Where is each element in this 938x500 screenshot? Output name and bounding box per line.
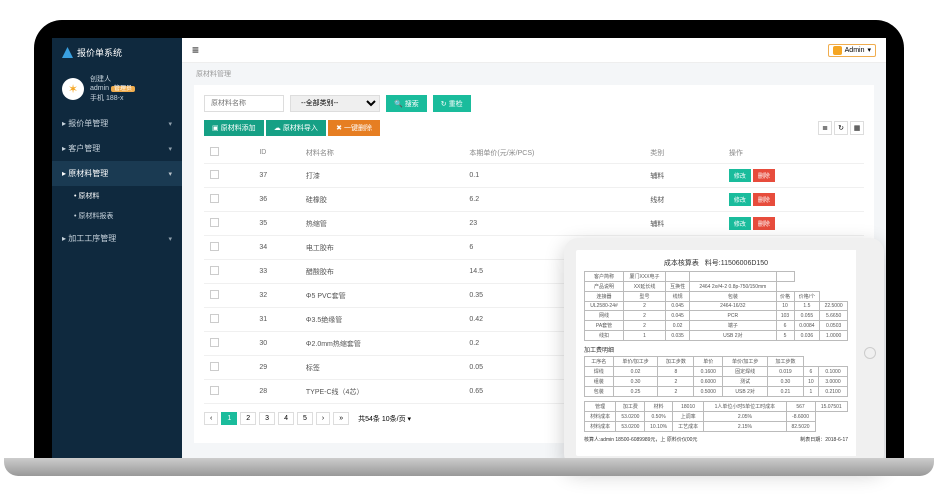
table-row: 35热缩管23辅料修改删除 xyxy=(204,212,864,236)
reset-button[interactable]: ↻ 重检 xyxy=(433,95,471,112)
category-select[interactable]: --全部类别-- xyxy=(290,95,380,112)
material-name-input[interactable] xyxy=(204,95,284,112)
user-phone: 手机 188-x xyxy=(90,94,135,103)
nav-item[interactable]: ▸ 加工工序管理 xyxy=(52,226,182,251)
row-checkbox[interactable] xyxy=(210,266,219,275)
pager-page[interactable]: 1 xyxy=(221,412,237,425)
col-name[interactable]: 材料名称 xyxy=(300,142,464,164)
user-role-label: 创建人 xyxy=(90,75,135,84)
topbar-user[interactable]: Admin ▾ xyxy=(828,44,876,57)
row-checkbox[interactable] xyxy=(210,242,219,251)
topbar: ≡ Admin ▾ xyxy=(182,38,886,63)
pager-page[interactable]: 2 xyxy=(240,412,256,425)
search-button[interactable]: 🔍 搜索 xyxy=(386,95,427,112)
select-all-checkbox[interactable] xyxy=(210,147,219,156)
nav: ▸ 报价单管理▸ 客户管理▸ 原材料管理• 原材料• 原材料报表▸ 加工工序管理 xyxy=(52,111,182,251)
row-checkbox[interactable] xyxy=(210,290,219,299)
delete-button[interactable]: 删除 xyxy=(753,169,775,182)
pager-page[interactable]: 4 xyxy=(278,412,294,425)
pager-prev[interactable]: ‹ xyxy=(204,412,218,425)
row-checkbox[interactable] xyxy=(210,218,219,227)
table-row: 37打漆0.1辅料修改删除 xyxy=(204,164,864,188)
delete-button[interactable]: 删除 xyxy=(753,193,775,206)
row-checkbox[interactable] xyxy=(210,362,219,371)
col-id[interactable]: ID xyxy=(253,142,300,164)
brand: 报价单系统 xyxy=(52,38,182,67)
brand-icon xyxy=(62,47,73,58)
sidebar-user: ✶ 创建人 admin 管理员 手机 188-x xyxy=(52,67,182,111)
breadcrumb: 原材料管理 xyxy=(182,63,886,85)
edit-button[interactable]: 修改 xyxy=(729,217,751,230)
filter-bar: --全部类别-- 🔍 搜索 ↻ 重检 xyxy=(204,95,864,112)
nav-sub-item[interactable]: • 原材料报表 xyxy=(52,206,182,226)
import-button[interactable]: ☁ 原材料导入 xyxy=(266,120,326,136)
nav-item[interactable]: ▸ 原材料管理 xyxy=(52,161,182,186)
table-row: 36硅橡胶6.2线材修改删除 xyxy=(204,188,864,212)
user-avatar-icon xyxy=(833,46,842,55)
user-name: admin xyxy=(90,85,109,92)
tool-list-icon[interactable]: ≣ xyxy=(818,121,832,135)
pager-last[interactable]: » xyxy=(333,412,349,425)
row-checkbox[interactable] xyxy=(210,194,219,203)
hamburger-icon[interactable]: ≡ xyxy=(192,43,199,57)
tablet-preview: 成本核算表 料号:11506006D150 客户简称厦门XXX电子产品说明XX延… xyxy=(564,238,884,468)
add-button[interactable]: ▣ 原材料添加 xyxy=(204,120,264,136)
tool-refresh-icon[interactable]: ↻ xyxy=(834,121,848,135)
bulk-delete-button[interactable]: ✖ 一键删除 xyxy=(328,120,380,136)
row-checkbox[interactable] xyxy=(210,170,219,179)
nav-item[interactable]: ▸ 报价单管理 xyxy=(52,111,182,136)
col-price[interactable]: 本期单价(元/米/PCS) xyxy=(463,142,644,164)
col-cat[interactable]: 类别 xyxy=(644,142,723,164)
delete-button[interactable]: 删除 xyxy=(753,217,775,230)
col-ops: 操作 xyxy=(723,142,864,164)
edit-button[interactable]: 修改 xyxy=(729,169,751,182)
user-role-badge: 管理员 xyxy=(111,86,135,92)
avatar: ✶ xyxy=(62,78,84,100)
pager-total: 共54条 10条/页 ▾ xyxy=(358,414,411,424)
edit-button[interactable]: 修改 xyxy=(729,193,751,206)
nav-sub-item[interactable]: • 原材料 xyxy=(52,186,182,206)
nav-item[interactable]: ▸ 客户管理 xyxy=(52,136,182,161)
row-checkbox[interactable] xyxy=(210,338,219,347)
pager-next[interactable]: › xyxy=(316,412,330,425)
tool-columns-icon[interactable]: ▦ xyxy=(850,121,864,135)
toolbar: ▣ 原材料添加 ☁ 原材料导入 ✖ 一键删除 ≣ ↻ ▦ xyxy=(204,120,864,136)
pager-page[interactable]: 3 xyxy=(259,412,275,425)
pager-page[interactable]: 5 xyxy=(297,412,313,425)
sidebar: 报价单系统 ✶ 创建人 admin 管理员 手机 188-x ▸ 报价单管理▸ … xyxy=(52,38,182,458)
row-checkbox[interactable] xyxy=(210,314,219,323)
brand-text: 报价单系统 xyxy=(77,46,122,59)
row-checkbox[interactable] xyxy=(210,386,219,395)
